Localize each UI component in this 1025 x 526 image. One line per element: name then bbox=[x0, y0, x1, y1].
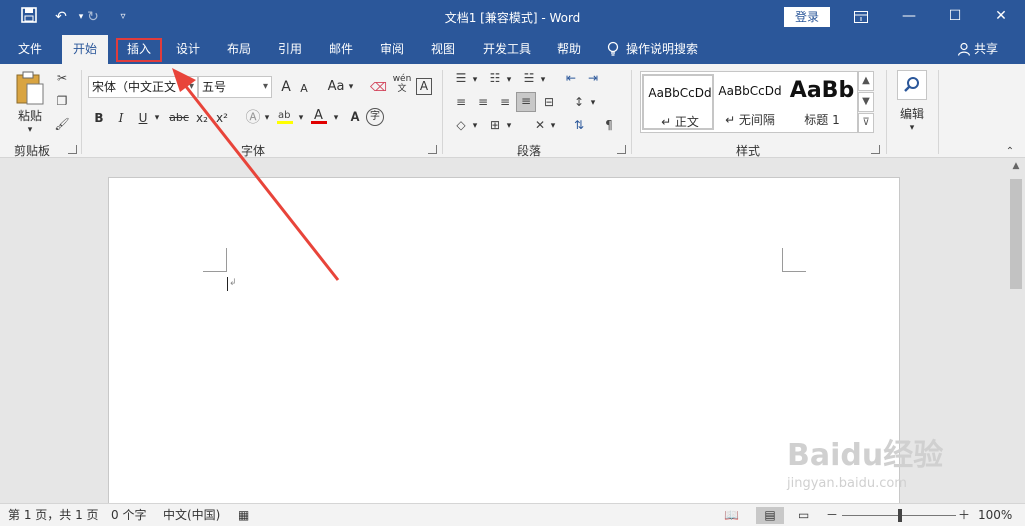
annotation-arrow bbox=[172, 68, 340, 281]
zoom-out-button[interactable]: － bbox=[826, 507, 838, 524]
macro-record-icon[interactable]: ▦ bbox=[238, 507, 252, 524]
zoom-slider-thumb[interactable] bbox=[898, 509, 902, 522]
language-indicator[interactable]: 中文(中国) bbox=[163, 507, 220, 524]
zoom-level[interactable]: 100% bbox=[978, 507, 1012, 524]
word-count[interactable]: 0 个字 bbox=[111, 507, 146, 524]
read-mode-icon[interactable]: 📖 bbox=[724, 507, 740, 524]
zoom-in-button[interactable]: ＋ bbox=[958, 507, 970, 524]
print-layout-icon[interactable]: ▤ bbox=[756, 507, 784, 524]
page-count[interactable]: 第 1 页，共 1 页 bbox=[8, 507, 99, 524]
web-layout-icon[interactable]: ▭ bbox=[798, 507, 814, 524]
status-bar: 第 1 页，共 1 页 0 个字 中文(中国) ▦ 📖 ▤ ▭ － ＋ 100% bbox=[0, 503, 1025, 526]
